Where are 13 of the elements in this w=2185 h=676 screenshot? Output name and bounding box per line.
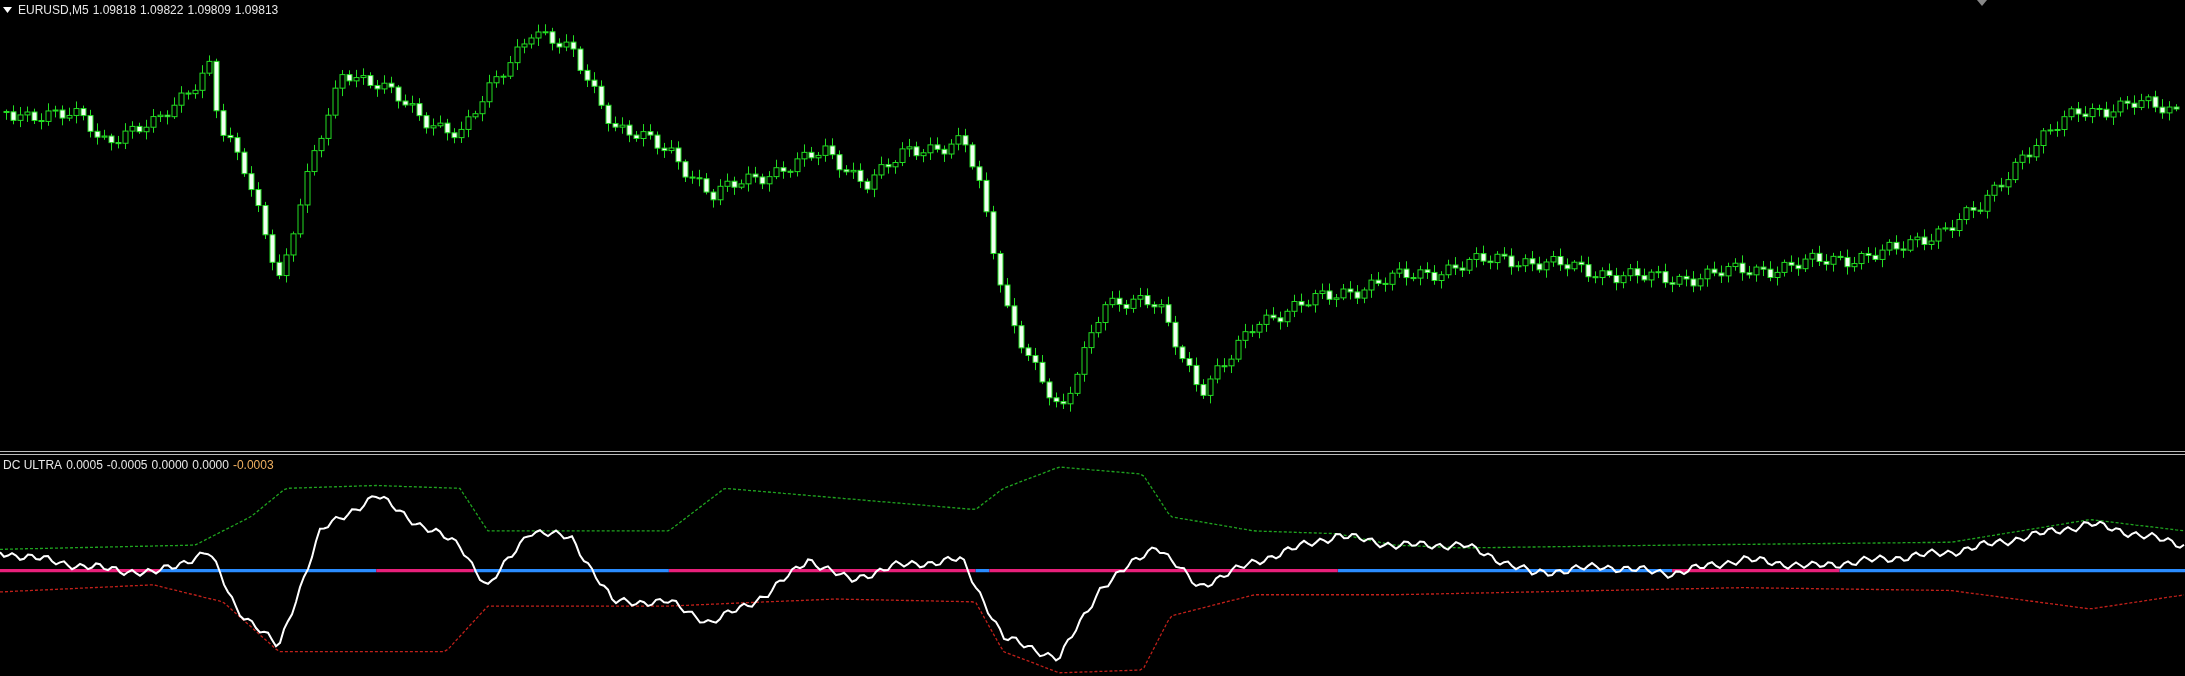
chart-symbol: EURUSD,M5 [18, 3, 89, 17]
indicator-name: DC ULTRA [3, 458, 63, 472]
indicator-value: 0.0005 [66, 458, 103, 472]
indicator-value: 0.0000 [192, 458, 229, 472]
dropdown-triangle-icon[interactable] [3, 7, 12, 13]
price-value: 1.09809 [187, 3, 231, 17]
price-value: 1.09813 [234, 3, 279, 17]
price-value: 1.09822 [140, 3, 184, 17]
indicator-value: -0.0005 [106, 458, 148, 472]
indicator-value: -0.0003 [232, 458, 274, 472]
indicator-value: 0.0000 [151, 458, 189, 472]
price-value: 1.09818 [92, 3, 137, 17]
chart-shift-marker-icon[interactable] [1977, 0, 1987, 6]
